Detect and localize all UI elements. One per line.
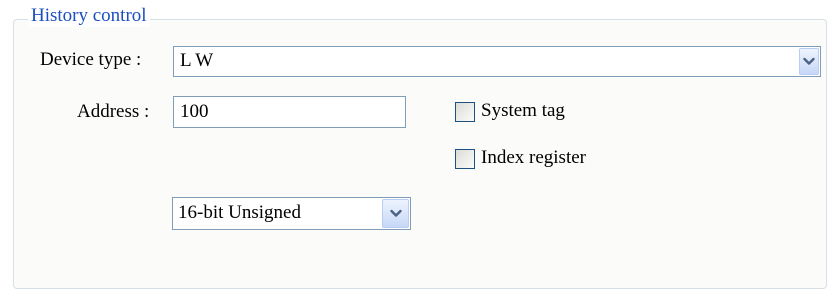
data-format-dropdown[interactable]: 16-bit Unsigned bbox=[172, 197, 411, 230]
data-format-value: 16-bit Unsigned bbox=[178, 202, 301, 223]
device-type-label: Device type : bbox=[40, 49, 142, 70]
device-type-value: L W bbox=[180, 50, 214, 71]
device-type-dropdown[interactable]: L W bbox=[173, 46, 821, 77]
chevron-down-icon bbox=[389, 209, 402, 217]
system-tag-label[interactable]: System tag bbox=[481, 99, 565, 123]
address-input[interactable]: 100 bbox=[173, 96, 406, 128]
index-register-label[interactable]: Index register bbox=[481, 146, 586, 170]
group-title: History control bbox=[28, 5, 150, 27]
system-tag-checkbox[interactable] bbox=[455, 102, 475, 122]
address-value: 100 bbox=[180, 101, 209, 122]
address-label: Address : bbox=[77, 101, 150, 122]
data-format-dropdown-button[interactable] bbox=[382, 199, 409, 228]
chevron-down-icon bbox=[803, 57, 815, 65]
index-register-checkbox[interactable] bbox=[455, 149, 475, 169]
device-type-dropdown-button[interactable] bbox=[799, 48, 819, 75]
